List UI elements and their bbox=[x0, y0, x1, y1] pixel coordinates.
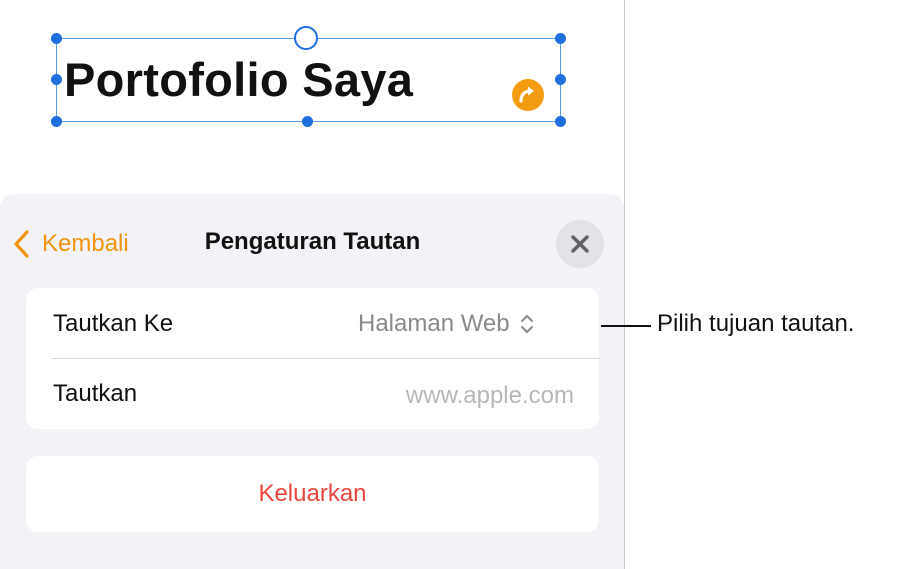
row-divider bbox=[52, 358, 600, 359]
back-label: Kembali bbox=[42, 230, 129, 257]
link-to-label: Tautkan Ke bbox=[53, 310, 174, 337]
resize-handle-left[interactable] bbox=[51, 74, 62, 85]
remove-link-label: Keluarkan bbox=[258, 480, 367, 507]
link-to-value: Halaman Web bbox=[358, 310, 510, 337]
chevron-left-icon bbox=[14, 230, 29, 258]
callout-line bbox=[601, 325, 651, 327]
sheet-title: Pengaturan Tautan bbox=[204, 228, 421, 255]
resize-handle-right[interactable] bbox=[555, 74, 566, 85]
remove-link-button[interactable]: Keluarkan bbox=[26, 456, 599, 532]
callout-text: Pilih tujuan tautan. bbox=[657, 310, 855, 337]
close-icon bbox=[571, 235, 589, 253]
text-box-title[interactable]: Portofolio Saya bbox=[64, 52, 413, 107]
link-to-popup[interactable]: Halaman Web bbox=[358, 310, 534, 338]
back-button[interactable]: Kembali bbox=[12, 226, 129, 262]
resize-handle-bottom[interactable] bbox=[302, 116, 313, 127]
resize-handle-bottom-right[interactable] bbox=[555, 116, 566, 127]
resize-handle-top-left[interactable] bbox=[51, 33, 62, 44]
link-arrow-icon bbox=[512, 79, 544, 111]
resize-handle-top-right[interactable] bbox=[555, 33, 566, 44]
resize-handle-bottom-left[interactable] bbox=[51, 116, 62, 127]
link-url-field[interactable] bbox=[340, 380, 574, 412]
app-screen: Portofolio Saya Kembali Pengaturan Tauta… bbox=[0, 0, 625, 569]
link-label: Tautkan bbox=[53, 380, 138, 407]
chevron-up-down-icon bbox=[520, 315, 533, 333]
rotate-handle[interactable] bbox=[294, 26, 318, 50]
close-button[interactable] bbox=[556, 220, 604, 268]
link-badge[interactable] bbox=[509, 76, 547, 114]
